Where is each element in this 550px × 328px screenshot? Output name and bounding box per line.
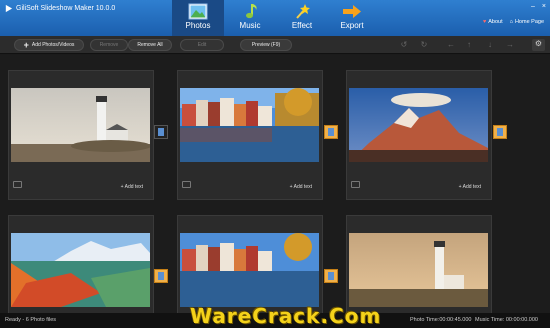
photo-card[interactable]: + Add text xyxy=(177,70,323,200)
remove-label: Remove xyxy=(99,42,119,48)
minimize-icon[interactable]: – xyxy=(531,3,535,10)
about-link[interactable]: ♥ About xyxy=(483,19,503,25)
image-icon xyxy=(182,181,191,188)
preview-button[interactable]: Preview (F9) xyxy=(240,39,292,51)
home-page-label: Home Page xyxy=(514,19,544,25)
photo-card[interactable] xyxy=(346,215,492,313)
photo-card[interactable] xyxy=(177,215,323,313)
transition-icon[interactable] xyxy=(154,125,168,139)
transition-icon[interactable] xyxy=(324,269,338,283)
move-up-icon[interactable]: ↑ xyxy=(464,40,474,50)
remove-button[interactable]: Remove xyxy=(90,39,128,51)
transition-icon[interactable] xyxy=(493,125,507,139)
move-right-icon[interactable]: → xyxy=(505,40,515,50)
image-icon xyxy=(351,181,360,188)
photo-time: Photo Time:00:00:45.000 xyxy=(410,317,472,323)
tab-photos[interactable]: Photos xyxy=(172,0,224,36)
photo-thumbnail[interactable] xyxy=(11,88,150,162)
transition-icon[interactable] xyxy=(324,125,338,139)
tab-music[interactable]: Music xyxy=(224,0,276,36)
tab-label: Export xyxy=(340,21,364,30)
plus-icon: + xyxy=(23,40,29,50)
magic-wand-icon xyxy=(296,4,310,19)
tab-label: Music xyxy=(239,21,261,30)
music-time: Music Time: 00:00:00.000 xyxy=(475,317,538,323)
header-links: ♥ About ⌂ Home Page xyxy=(483,19,544,25)
photo-grid: + Add text + Add text + Add text xyxy=(0,55,550,313)
rotate-left-icon[interactable]: ↺ xyxy=(399,40,409,50)
photo-thumbnail[interactable] xyxy=(11,233,150,307)
tab-export[interactable]: Export xyxy=(326,0,378,36)
photo-thumbnail[interactable] xyxy=(349,233,488,307)
photo-card[interactable]: + Add text xyxy=(8,70,154,200)
move-left-icon[interactable]: ← xyxy=(446,40,456,50)
music-note-icon xyxy=(246,4,257,19)
status-text: Ready - 6 Photo files xyxy=(5,317,57,323)
image-icon xyxy=(13,181,22,188)
gear-icon[interactable]: ⚙ xyxy=(532,39,545,51)
add-text-button[interactable]: + Add text xyxy=(121,184,143,190)
home-page-link[interactable]: ⌂ Home Page xyxy=(510,19,544,25)
about-label: About xyxy=(488,19,503,25)
photo-thumbnail[interactable] xyxy=(180,88,319,162)
toolbar: + Add Photos/Videos Remove Remove All Ed… xyxy=(0,36,550,54)
remove-all-button[interactable]: Remove All xyxy=(128,39,172,51)
watermark: WareCrack.Com xyxy=(190,304,382,328)
photo-card[interactable] xyxy=(8,215,154,313)
add-photos-button[interactable]: + Add Photos/Videos xyxy=(14,39,84,51)
image-icon xyxy=(188,3,208,20)
arrow-right-icon xyxy=(343,5,361,18)
app-logo-icon xyxy=(5,4,13,13)
add-text-button[interactable]: + Add text xyxy=(290,184,312,190)
remove-all-label: Remove All xyxy=(137,42,163,48)
photo-thumbnail[interactable] xyxy=(349,88,488,162)
edit-label: Edit xyxy=(197,42,207,48)
transition-icon[interactable] xyxy=(154,269,168,283)
top-bar: GiliSoft Slideshow Maker 10.0.0 Photos M… xyxy=(0,0,550,36)
add-text-button[interactable]: + Add text xyxy=(459,184,481,190)
photo-thumbnail[interactable] xyxy=(180,233,319,307)
edit-button[interactable]: Edit xyxy=(180,39,224,51)
tab-effect[interactable]: Effect xyxy=(276,0,328,36)
tab-label: Photos xyxy=(185,21,211,30)
tab-label: Effect xyxy=(291,21,313,30)
add-photos-label: Add Photos/Videos xyxy=(31,42,75,48)
heart-icon: ♥ xyxy=(482,19,487,25)
close-icon[interactable]: × xyxy=(542,3,546,10)
preview-label: Preview (F9) xyxy=(251,42,281,48)
rotate-right-icon[interactable]: ↻ xyxy=(419,40,429,50)
photo-card[interactable]: + Add text xyxy=(346,70,492,200)
home-icon: ⌂ xyxy=(509,19,513,25)
window-controls: – × xyxy=(531,3,546,10)
window-title: GiliSoft Slideshow Maker 10.0.0 xyxy=(16,5,116,12)
move-down-icon[interactable]: ↓ xyxy=(485,40,495,50)
